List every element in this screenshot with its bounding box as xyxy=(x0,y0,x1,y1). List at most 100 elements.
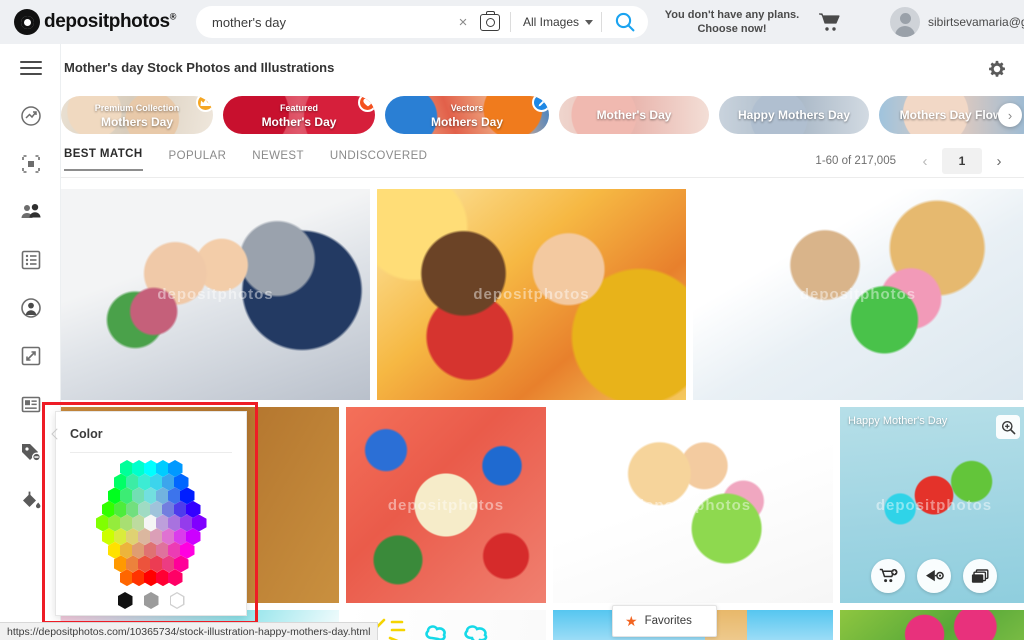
plans-promo[interactable]: You don't have any plans. Choose now! xyxy=(664,8,800,36)
divider xyxy=(70,452,232,453)
cart-button[interactable] xyxy=(818,12,842,32)
chip-featured[interactable]: Featured Mother's Day xyxy=(223,96,375,134)
collection-chips: Premium Collection Mothers Day Featured … xyxy=(61,95,1024,135)
sidebar-item-trending[interactable] xyxy=(0,92,61,140)
paint-bucket-icon xyxy=(22,491,40,509)
sidebar-item-color[interactable] xyxy=(0,476,61,524)
chip-mothers-day[interactable]: Mother's Day xyxy=(559,96,709,134)
chip-vectors[interactable]: Vectors Mothers Day xyxy=(385,96,549,134)
media-type-select[interactable]: All Images xyxy=(511,15,601,29)
stack-icon xyxy=(971,568,989,583)
site-logo[interactable]: depositphotos® xyxy=(14,9,194,35)
current-page[interactable]: 1 xyxy=(942,148,982,174)
color-filter-panel: Color xyxy=(51,411,247,616)
prev-page-button[interactable]: ‹ xyxy=(914,150,936,172)
page-title: Mother's day Stock Photos and Illustrati… xyxy=(64,60,335,75)
search-button[interactable] xyxy=(602,11,648,33)
next-page-button[interactable]: › xyxy=(988,150,1010,172)
sidebar-item-focus[interactable] xyxy=(0,140,61,188)
watermark: depositphotos xyxy=(799,286,917,303)
list-icon xyxy=(21,250,40,270)
result-thumbnail-hovered[interactable]: Happy Mother's Day depositphotos xyxy=(840,407,1024,603)
trending-icon xyxy=(20,106,41,126)
favorites-tooltip[interactable]: ★ Favorites xyxy=(612,605,717,637)
chips-next-button[interactable]: › xyxy=(998,103,1022,127)
add-to-lightbox-button[interactable] xyxy=(917,559,951,593)
color-panel-title: Color xyxy=(70,427,103,441)
logo-text: depositphotos® xyxy=(44,11,176,33)
results-row: depositphotos depositphotos depositphoto… xyxy=(61,189,1024,400)
clear-search-icon[interactable]: × xyxy=(454,13,472,31)
cart-icon xyxy=(819,13,840,31)
tab-undiscovered[interactable]: UNDISCOVERED xyxy=(330,150,427,171)
pin-plus-icon xyxy=(925,570,944,582)
sidebar-item-collections[interactable] xyxy=(0,236,61,284)
result-thumbnail[interactable] xyxy=(840,610,1024,640)
watermark: depositphotos xyxy=(157,286,274,303)
cart-plus-icon xyxy=(879,568,897,583)
view-series-button[interactable] xyxy=(963,559,997,593)
sidebar-item-orientation[interactable] xyxy=(0,332,61,380)
watermark: depositphotos xyxy=(634,496,752,514)
plans-line-2: Choose now! xyxy=(697,23,767,35)
color-wheel[interactable] xyxy=(79,459,223,587)
browser-page: depositphotos® × All Images You don't ha… xyxy=(0,0,1024,640)
search-input[interactable] xyxy=(212,7,454,37)
avatar xyxy=(890,7,920,37)
pen-icon xyxy=(532,96,549,112)
zoom-in-icon xyxy=(1001,420,1015,434)
tab-popular[interactable]: POPULAR xyxy=(169,150,227,171)
zoom-in-button[interactable] xyxy=(996,415,1020,439)
chip-premium-collection[interactable]: Premium Collection Mothers Day xyxy=(61,96,213,134)
registered-mark: ® xyxy=(169,11,177,22)
left-sidebar xyxy=(0,44,61,640)
chip-label: Featured Mother's Day xyxy=(244,102,355,128)
result-thumbnail[interactable]: depositphotos xyxy=(553,407,833,603)
camera-search-icon[interactable] xyxy=(479,10,500,31)
chip-label: Mother's Day xyxy=(579,109,690,121)
white-swatch[interactable] xyxy=(170,592,185,609)
sidebar-item-portrait[interactable] xyxy=(0,284,61,332)
media-type-value: All Images xyxy=(522,15,579,29)
portrait-icon xyxy=(20,298,41,318)
tab-best-match[interactable]: BEST MATCH xyxy=(64,148,143,171)
tag-icon xyxy=(21,444,41,462)
hamburger-menu-icon xyxy=(19,57,42,79)
result-thumbnail[interactable]: depositphotos xyxy=(377,189,686,400)
crown-icon xyxy=(196,96,213,112)
sidebar-item-people[interactable] xyxy=(0,188,61,236)
plans-line-1: You don't have any plans. xyxy=(664,9,800,21)
sidebar-menu-button[interactable] xyxy=(0,44,61,92)
brand-name: depositphotos xyxy=(44,11,170,32)
result-thumbnail[interactable]: depositphotos xyxy=(61,189,370,400)
chip-main: Happy Mothers Day xyxy=(737,108,851,122)
favorites-label: Favorites xyxy=(644,615,692,627)
sidebar-item-editorial[interactable] xyxy=(0,380,61,428)
pagination: 1-60 of 217,005 ‹ 1 › xyxy=(815,148,1010,174)
watermark: depositphotos xyxy=(473,286,590,303)
resize-icon xyxy=(21,346,40,366)
chip-sub: Premium Collection xyxy=(94,103,180,113)
result-thumbnail[interactable]: depositphotos xyxy=(346,407,546,603)
doodle-illustration xyxy=(370,618,488,640)
grey-swatch[interactable] xyxy=(143,592,159,609)
logo-mark-icon xyxy=(14,9,40,35)
chip-happy-mothers-day[interactable]: Happy Mothers Day xyxy=(719,96,869,134)
settings-button[interactable] xyxy=(988,60,1006,78)
hover-actions xyxy=(840,559,1024,593)
tab-newest[interactable]: NEWEST xyxy=(252,150,304,171)
gear-icon xyxy=(989,60,1005,77)
sort-tabs: BEST MATCH POPULAR NEWEST UNDISCOVERED xyxy=(64,148,427,171)
chevron-down-icon xyxy=(585,19,593,25)
popover-tail-icon xyxy=(51,428,58,440)
account-menu[interactable]: sibirtsevamaria@g… xyxy=(890,6,1024,38)
greyscale-swatches xyxy=(56,592,246,609)
chevron-right-icon: › xyxy=(1007,107,1013,123)
status-url: https://depositphotos.com/10365734/stock… xyxy=(7,625,371,638)
black-swatch[interactable] xyxy=(117,592,133,609)
site-header: depositphotos® × All Images You don't ha… xyxy=(0,0,1024,44)
result-thumbnail[interactable]: depositphotos xyxy=(693,189,1023,400)
chip-main: Mother's Day xyxy=(596,108,672,122)
star-icon: ★ xyxy=(625,612,638,629)
add-to-cart-button[interactable] xyxy=(871,559,905,593)
